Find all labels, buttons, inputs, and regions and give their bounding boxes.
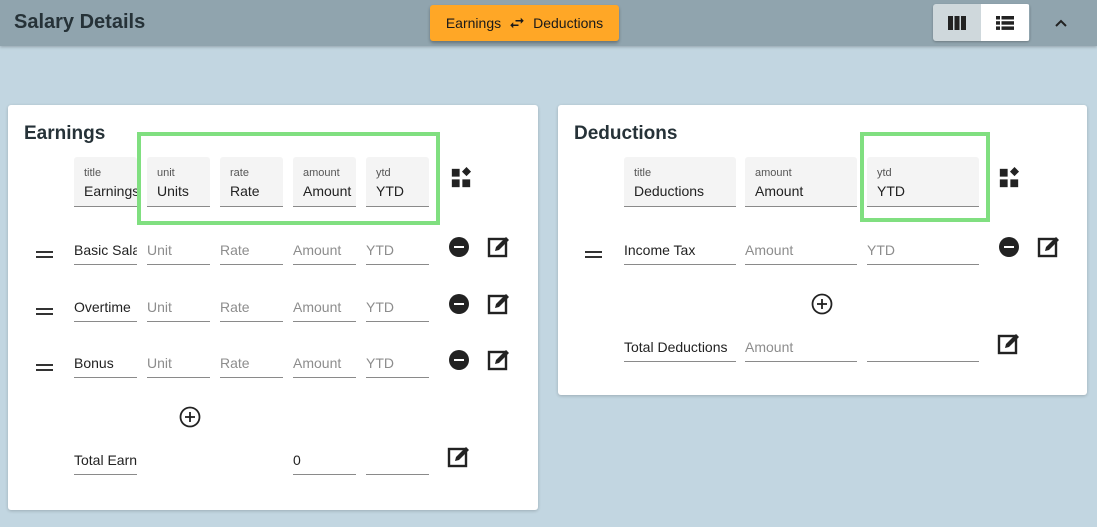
- remove-circle-icon[interactable]: [999, 237, 1019, 257]
- remove-circle-icon[interactable]: [449, 237, 469, 257]
- edit-icon[interactable]: [487, 235, 511, 259]
- earning-row-ytd-input[interactable]: YTD: [366, 352, 429, 378]
- earnings-unit-column-field[interactable]: unit Units: [147, 157, 210, 207]
- column-view-button[interactable]: [933, 4, 981, 41]
- earning-row-rate-input[interactable]: Rate: [220, 296, 283, 322]
- chevron-up-icon: [1055, 19, 1067, 27]
- earning-row-amount-input[interactable]: Amount: [293, 296, 356, 322]
- earning-row-ytd-input[interactable]: YTD: [366, 296, 429, 322]
- remove-circle-icon[interactable]: [449, 350, 469, 370]
- collapse-button[interactable]: [1048, 10, 1074, 36]
- swap-earnings-deductions-button[interactable]: Earnings Deductions: [430, 5, 619, 41]
- edit-icon[interactable]: [997, 332, 1021, 356]
- edit-icon[interactable]: [447, 445, 471, 469]
- add-deduction-icon[interactable]: [811, 293, 833, 315]
- total-deductions-ytd[interactable]: [867, 336, 979, 362]
- deductions-ytd-column-field[interactable]: ytd YTD: [867, 157, 979, 207]
- add-earning-icon[interactable]: [179, 406, 201, 428]
- list-view-button[interactable]: [981, 4, 1029, 41]
- drag-handle-icon[interactable]: [36, 251, 53, 259]
- total-earnings-ytd[interactable]: [366, 449, 429, 475]
- total-deductions-amount[interactable]: Amount: [745, 336, 857, 362]
- widgets-icon[interactable]: [998, 167, 1020, 189]
- deductions-title: Deductions: [574, 123, 678, 144]
- drag-handle-icon[interactable]: [36, 308, 53, 316]
- deductions-card: Deductions title Deductions amount Amoun…: [558, 105, 1087, 395]
- earning-row-rate-input[interactable]: Rate: [220, 352, 283, 378]
- swap-button-left-label: Earnings: [445, 15, 502, 31]
- earnings-rate-column-field[interactable]: rate Rate: [220, 157, 283, 207]
- earning-row-title[interactable]: Basic Salary: [74, 239, 137, 265]
- view-column-icon: [948, 15, 966, 30]
- earnings-ytd-column-field[interactable]: ytd YTD: [366, 157, 429, 207]
- earnings-card: Earnings title Earnings unit Units rate …: [8, 105, 538, 510]
- view-list-icon: [996, 15, 1014, 30]
- total-earnings-amount[interactable]: 0: [293, 449, 356, 475]
- swap-horiz-icon: [510, 17, 524, 29]
- edit-icon[interactable]: [487, 292, 511, 316]
- drag-handle-icon[interactable]: [36, 364, 53, 372]
- earning-row-amount-input[interactable]: Amount: [293, 239, 356, 265]
- swap-button-right-label: Deductions: [533, 15, 604, 31]
- earnings-title-column-field[interactable]: title Earnings: [74, 157, 137, 207]
- earning-row-unit-input[interactable]: Unit: [147, 352, 210, 378]
- view-mode-toggle: [933, 4, 1030, 41]
- deduction-row-title[interactable]: Income Tax: [624, 239, 736, 265]
- earnings-title: Earnings: [24, 123, 106, 144]
- drag-handle-icon[interactable]: [585, 251, 602, 259]
- deductions-title-column-field[interactable]: title Deductions: [624, 157, 736, 207]
- earning-row-ytd-input[interactable]: YTD: [366, 239, 429, 265]
- page-title: Salary Details: [14, 11, 146, 33]
- earnings-amount-column-field[interactable]: amount Amount: [293, 157, 356, 207]
- deductions-amount-column-field[interactable]: amount Amount: [745, 157, 857, 207]
- earning-row-title[interactable]: Overtime: [74, 296, 137, 322]
- earning-row-unit-input[interactable]: Unit: [147, 296, 210, 322]
- deduction-row-ytd-input[interactable]: YTD: [867, 239, 979, 265]
- earning-row-amount-input[interactable]: Amount: [293, 352, 356, 378]
- total-earnings-label: Total Earnings: [74, 449, 137, 475]
- earning-row-rate-input[interactable]: Rate: [220, 239, 283, 265]
- earning-row-title[interactable]: Bonus: [74, 352, 137, 378]
- edit-icon[interactable]: [1037, 235, 1061, 259]
- widgets-icon[interactable]: [450, 167, 472, 189]
- remove-circle-icon[interactable]: [449, 294, 469, 314]
- deduction-row-amount-input[interactable]: Amount: [745, 239, 857, 265]
- edit-icon[interactable]: [487, 348, 511, 372]
- earning-row-unit-input[interactable]: Unit: [147, 239, 210, 265]
- total-deductions-label: Total Deductions: [624, 336, 736, 362]
- top-bar: Salary Details Earnings Deductions: [0, 0, 1097, 46]
